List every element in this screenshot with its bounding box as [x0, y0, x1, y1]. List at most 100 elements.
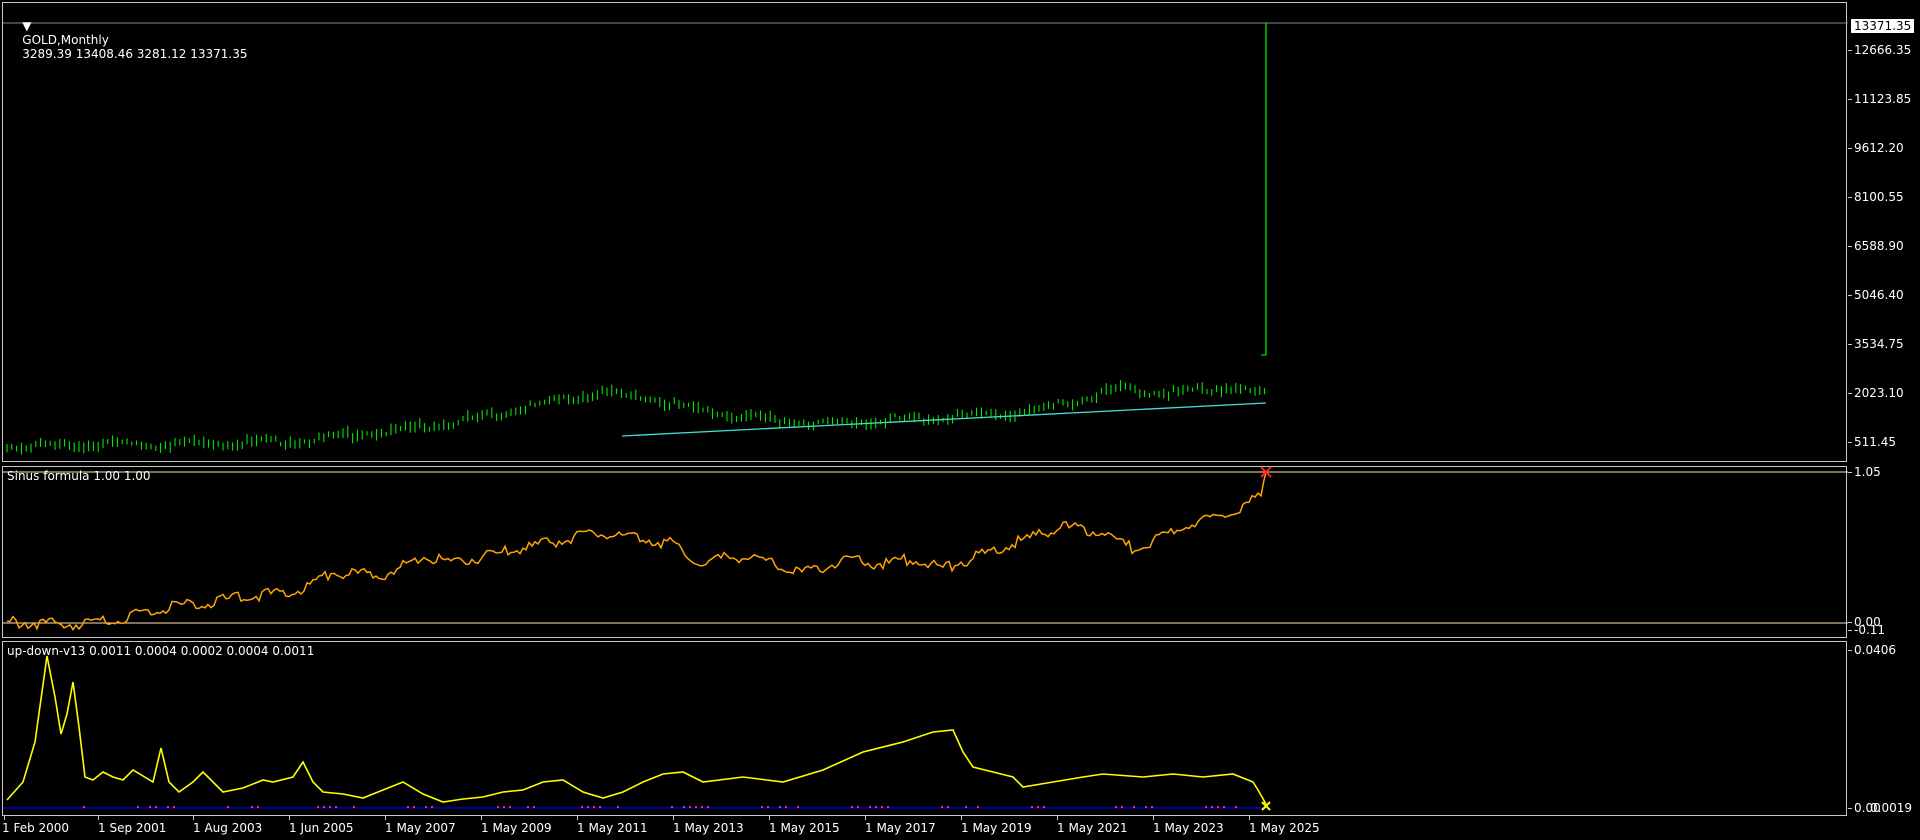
ohlc-values: 3289.39 13408.46 3281.12 13371.35	[22, 47, 248, 61]
time-axis-label: 1 Feb 2000	[2, 821, 70, 835]
sinus-indicator-title: Sinus formula 1.00 1.00	[7, 469, 151, 483]
updown-signal-dot	[533, 806, 535, 808]
updown-signal-dot	[173, 806, 175, 808]
time-axis-label: 1 May 2009	[481, 821, 552, 835]
updown-signal-dot	[671, 806, 673, 808]
updown-axis-tick	[1848, 808, 1852, 809]
time-axis-tick	[1249, 816, 1250, 820]
price-axis-label: 8100.55	[1854, 190, 1904, 204]
updown-signal-dot	[581, 806, 583, 808]
time-axis-label: 1 May 2023	[1153, 821, 1224, 835]
updown-signal-dot	[251, 806, 253, 808]
updown-signal-dot	[503, 806, 505, 808]
updown-signal-dot	[851, 806, 853, 808]
price-axis-tick	[1848, 393, 1852, 394]
sinus-axis-label: 1.05	[1854, 465, 1881, 479]
time-axis-tick	[289, 816, 290, 820]
current-price-label: 13371.35	[1851, 19, 1915, 33]
sinus-axis[interactable]: 1.05 0.00 -0.11	[1848, 465, 1920, 638]
updown-signal-dot	[785, 806, 787, 808]
updown-signal-dot	[1145, 806, 1147, 808]
time-axis-tick	[577, 816, 578, 820]
price-axis-label: 511.45	[1854, 435, 1896, 449]
symbol-label: GOLD,Monthly	[22, 33, 109, 47]
collapse-arrow-icon[interactable]: ▼	[22, 19, 31, 33]
updown-signal-dot	[797, 806, 799, 808]
updown-signal-dot	[329, 806, 331, 808]
updown-signal-dot	[689, 806, 691, 808]
updown-signal-dot	[227, 806, 229, 808]
updown-signal-dot	[413, 806, 415, 808]
updown-signal-dot	[1151, 806, 1153, 808]
time-axis-tick	[98, 816, 99, 820]
time-axis-tick	[1153, 816, 1154, 820]
time-axis[interactable]: 1 Feb 2000 1 Sep 2001 1 Aug 2003 1 Jun 2005…	[0, 816, 1848, 840]
updown-signal-dot	[977, 806, 979, 808]
updown-signal-dot	[1043, 806, 1045, 808]
price-axis-tick	[1848, 148, 1852, 149]
updown-signal-dot	[683, 806, 685, 808]
price-chart-pane[interactable]: ▼ GOLD,Monthly 3289.39 13408.46 3281.12 …	[2, 2, 1848, 462]
updown-signal-dot	[509, 806, 511, 808]
price-axis-tick	[1848, 99, 1852, 100]
updown-signal-dot	[1115, 806, 1117, 808]
updown-signal-dot	[527, 806, 529, 808]
updown-signal-dot	[1133, 806, 1135, 808]
time-axis-tick	[4, 816, 5, 820]
updown-signal-dot	[593, 806, 595, 808]
updown-signal-dot	[779, 806, 781, 808]
price-axis-tick	[1848, 197, 1852, 198]
price-axis-label: 6588.90	[1854, 239, 1904, 253]
updown-signal-dot	[875, 806, 877, 808]
updown-signal-dot	[1235, 806, 1237, 808]
updown-signal-dot	[83, 806, 85, 808]
price-axis[interactable]: 13371.35 12666.35 11123.85 9612.20 8100.55 6…	[1848, 2, 1920, 462]
updown-signal-dot	[431, 806, 433, 808]
updown-line	[6, 655, 1267, 805]
updown-signal-dot	[353, 806, 355, 808]
chart-title: ▼ GOLD,Monthly 3289.39 13408.46 3281.12 …	[7, 5, 247, 75]
updown-signal-dot	[1037, 806, 1039, 808]
price-axis-label: 3534.75	[1854, 337, 1904, 351]
updown-indicator-title: up-down-v13 0.0011 0.0004 0.0002 0.0004 …	[7, 644, 315, 658]
time-axis-label: 1 May 2013	[673, 821, 744, 835]
updown-signal-dot	[407, 806, 409, 808]
updown-signal-dot	[965, 806, 967, 808]
updown-signal-dot	[323, 806, 325, 808]
time-axis-label: 1 Aug 2003	[193, 821, 263, 835]
sinus-axis-tick	[1848, 472, 1852, 473]
time-axis-label: 1 Jun 2005	[289, 821, 354, 835]
sinus-indicator-pane[interactable]: Sinus formula 1.00 1.00	[2, 466, 1848, 638]
updown-indicator-pane[interactable]: up-down-v13 0.0011 0.0004 0.0002 0.0004 …	[2, 641, 1847, 816]
price-axis-tick	[1848, 295, 1852, 296]
updown-signal-dot	[149, 806, 151, 808]
updown-signal-dot	[1031, 806, 1033, 808]
time-axis-label: 1 May 2017	[865, 821, 936, 835]
time-axis-label: 1 May 2007	[385, 821, 456, 835]
updown-signal-dot	[617, 806, 619, 808]
updown-axis[interactable]: 0.0406 0.0019 0.00	[1848, 641, 1920, 816]
price-axis-tick	[1848, 344, 1852, 345]
time-axis-tick	[1057, 816, 1058, 820]
price-axis-label: 11123.85	[1854, 92, 1912, 106]
updown-signal-dot	[335, 806, 337, 808]
price-axis-label: 5046.40	[1854, 288, 1904, 302]
updown-signal-dot	[701, 806, 703, 808]
time-axis-tick	[961, 816, 962, 820]
sinus-axis-tick	[1848, 622, 1852, 623]
updown-axis-label: 0.0406	[1854, 643, 1896, 657]
sinus-indicator-canvas	[3, 466, 1848, 631]
updown-signal-dot	[857, 806, 859, 808]
time-axis-label: 1 May 2015	[769, 821, 840, 835]
updown-signal-dot	[257, 806, 259, 808]
time-axis-tick	[865, 816, 866, 820]
time-axis-label: 1 May 2025	[1249, 821, 1320, 835]
time-axis-tick	[193, 816, 194, 820]
updown-signal-dot	[155, 806, 157, 808]
updown-axis-label: 0.00	[1854, 801, 1881, 815]
time-axis-tick	[673, 816, 674, 820]
updown-signal-dot	[1121, 806, 1123, 808]
price-axis-label: 12666.35	[1854, 43, 1912, 57]
updown-signal-dot	[767, 806, 769, 808]
time-axis-tick	[385, 816, 386, 820]
